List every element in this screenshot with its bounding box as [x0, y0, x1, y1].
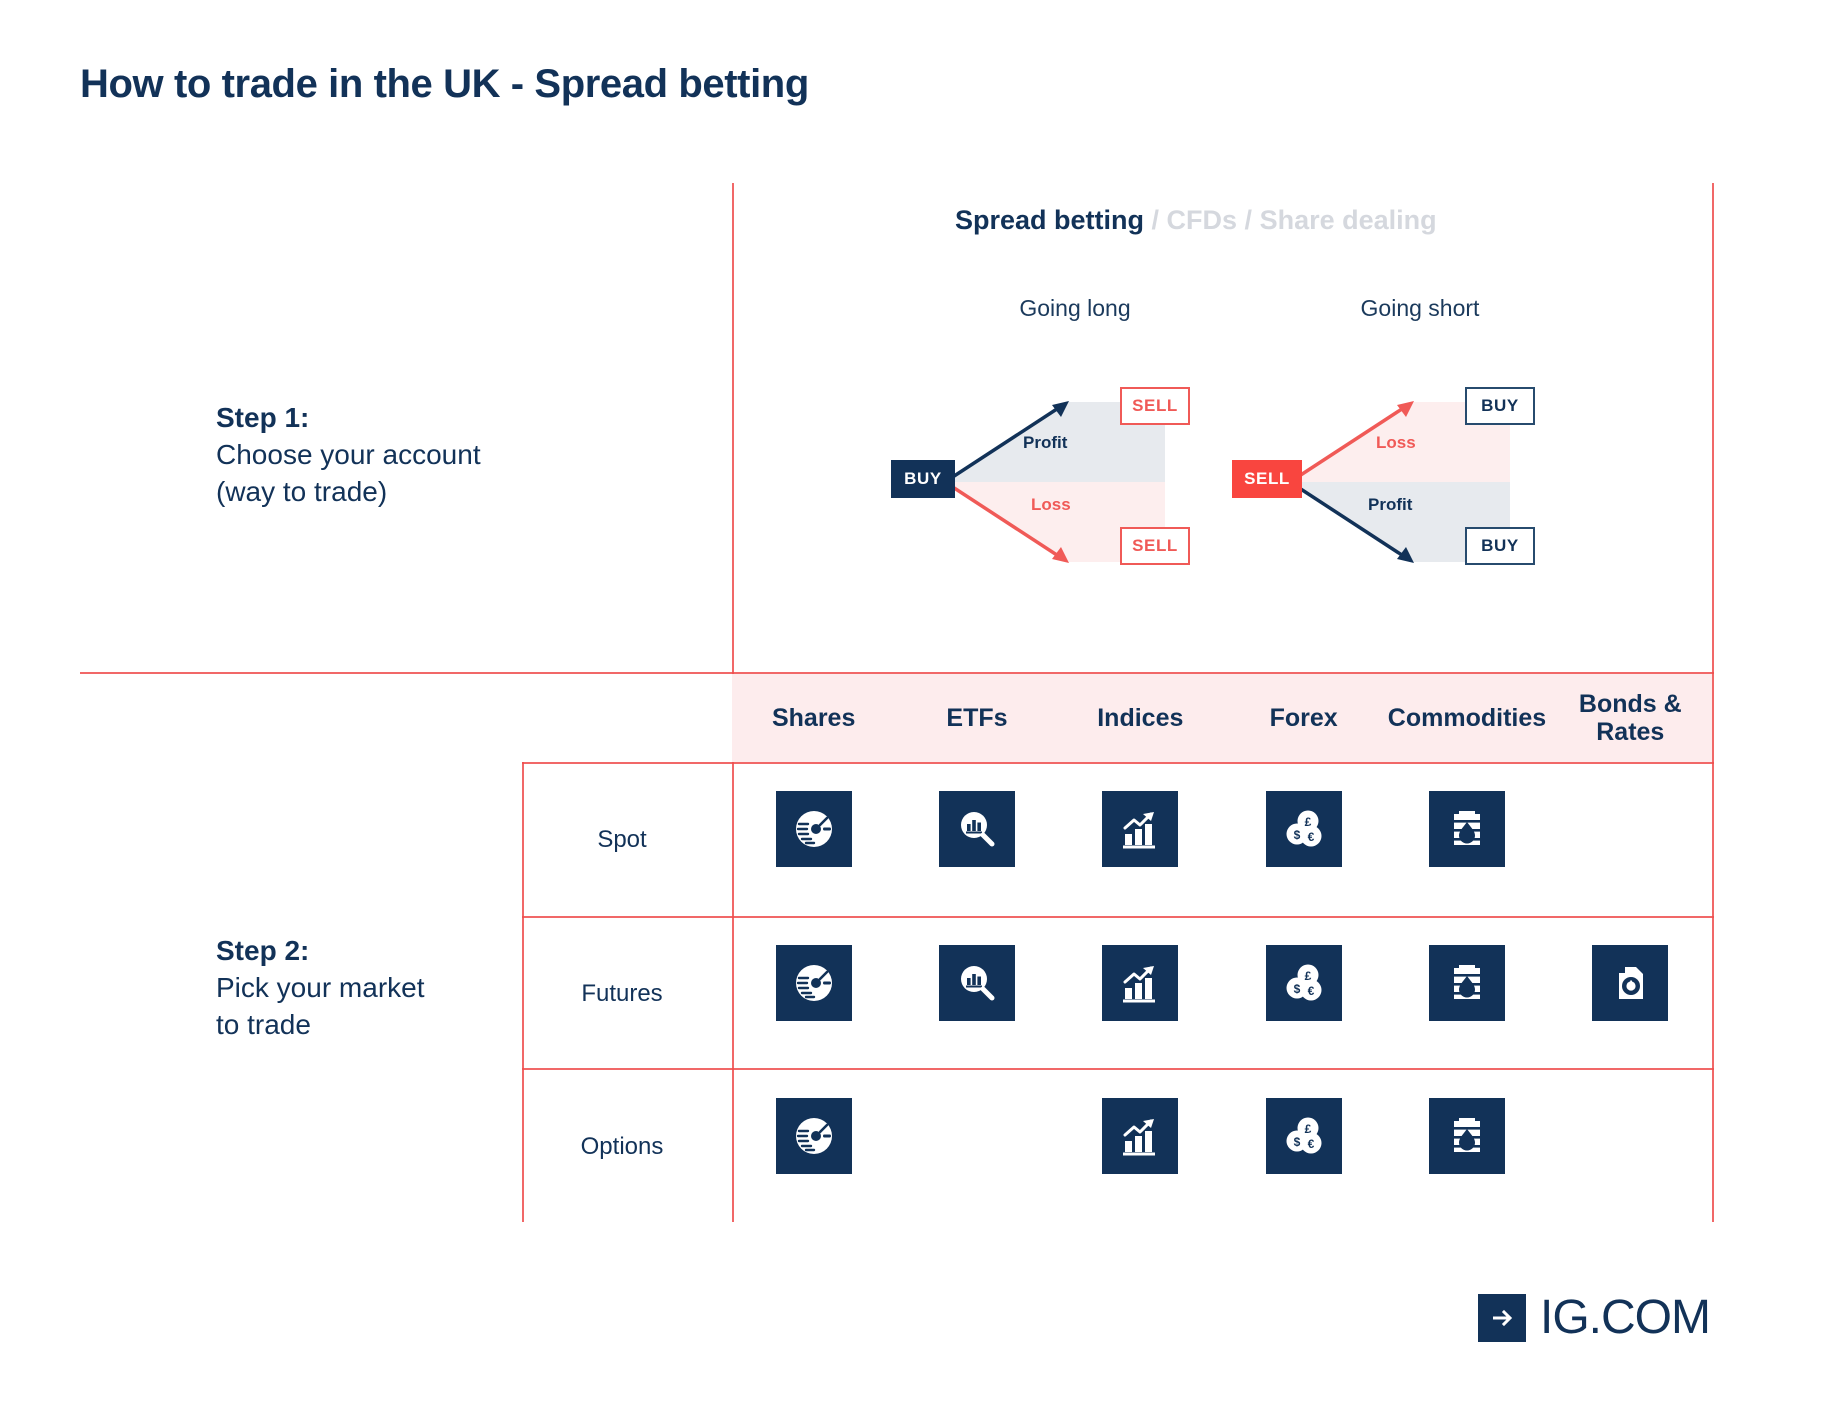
short-upper-label: BUY: [1481, 396, 1519, 415]
ig-com-logo[interactable]: IG.COM: [1478, 1290, 1711, 1345]
cell-spot-etfs[interactable]: [895, 791, 1058, 867]
shares-icon: [775, 1098, 852, 1174]
cell-spot-commodities[interactable]: [1385, 791, 1548, 867]
svg-text:$: $: [1293, 828, 1300, 842]
icon-row-spot: £ $ €: [732, 790, 1712, 868]
tab-spread-betting[interactable]: Spread betting: [955, 205, 1144, 235]
forex-icon: £ $ €: [1265, 1098, 1342, 1174]
cell-futures-bonds-rates[interactable]: [1549, 945, 1712, 1021]
shares-icon: [775, 791, 852, 867]
short-upper-buy-box[interactable]: BUY: [1465, 387, 1535, 425]
short-loss-label: Loss: [1376, 433, 1416, 452]
cell-futures-forex[interactable]: £ $ €: [1222, 945, 1385, 1021]
forex-icon: £ $ €: [1265, 791, 1342, 867]
forex-icon: £ $ €: [1265, 945, 1342, 1021]
page-title: How to trade in the UK - Spread betting: [80, 62, 809, 106]
cell-spot-indices[interactable]: [1059, 791, 1222, 867]
short-lower-buy-box[interactable]: BUY: [1465, 527, 1535, 565]
step-2-block: Step 2: Pick your market to trade: [216, 933, 425, 1044]
column-header-indices: Indices: [1097, 704, 1184, 732]
cell-options-commodities[interactable]: [1385, 1098, 1548, 1174]
column-header-shares: Shares: [771, 704, 856, 732]
diagram-short-title: Going short: [1360, 295, 1480, 321]
row-label-spot: Spot: [597, 826, 647, 853]
cell-futures-indices[interactable]: [1059, 945, 1222, 1021]
long-profit-label: Profit: [1023, 433, 1068, 452]
short-lower-label: BUY: [1481, 536, 1519, 555]
step-1-block: Step 1: Choose your account (way to trad…: [216, 400, 481, 511]
divider-vertical-right: [1712, 183, 1714, 1222]
svg-text:€: €: [1307, 830, 1314, 844]
cell-options-forex[interactable]: £ $ €: [1222, 1098, 1385, 1174]
svg-text:€: €: [1307, 984, 1314, 998]
market-column-headers: Shares ETFs Indices Forex Commodities Bo…: [732, 674, 1712, 762]
cell-futures-commodities[interactable]: [1385, 945, 1548, 1021]
commodities-icon: [1428, 945, 1505, 1021]
long-upper-label: SELL: [1132, 396, 1178, 415]
step-1-heading: Step 1:: [216, 402, 310, 433]
icon-row-futures: £ $ €: [732, 944, 1712, 1022]
divider-spot-bottom: [522, 916, 1714, 918]
long-lower-label: SELL: [1132, 536, 1178, 555]
cell-futures-etfs[interactable]: [895, 945, 1058, 1021]
long-origin-label: BUY: [904, 469, 942, 488]
cell-options-shares[interactable]: [732, 1098, 895, 1174]
svg-text:$: $: [1293, 982, 1300, 996]
account-type-tabs: Spread betting / CFDs / Share dealing: [955, 205, 1437, 236]
tab-cfds[interactable]: CFDs: [1167, 205, 1238, 235]
commodities-icon: [1428, 791, 1505, 867]
short-origin-sell-box[interactable]: SELL: [1232, 460, 1302, 498]
tab-separator-1: /: [1144, 205, 1167, 235]
long-loss-label: Loss: [1031, 495, 1071, 514]
long-origin-buy-box[interactable]: BUY: [891, 460, 955, 498]
column-header-commodities: Commodities: [1387, 704, 1547, 732]
cell-futures-shares[interactable]: [732, 945, 895, 1021]
long-upper-sell-box[interactable]: SELL: [1120, 387, 1190, 425]
svg-text:$: $: [1293, 1135, 1300, 1149]
row-label-options: Options: [580, 1133, 664, 1160]
column-header-bonds-rates: Bonds & Rates: [1578, 690, 1682, 746]
column-header-forex: Forex: [1269, 704, 1338, 732]
row-label-futures: Futures: [581, 980, 663, 1007]
step-1-line-1: Choose your account: [216, 438, 481, 470]
logo-wordmark: IG.COM: [1540, 1291, 1711, 1344]
bonds-icon: [1592, 945, 1669, 1021]
cell-spot-shares[interactable]: [732, 791, 895, 867]
svg-text:€: €: [1307, 1137, 1314, 1151]
diagram-going-short: Going short SELL BUY BUY Loss Profit: [1200, 295, 1640, 595]
indices-icon: [1102, 791, 1179, 867]
infographic-canvas: How to trade in the UK - Spread betting …: [0, 0, 1834, 1407]
indices-icon: [1102, 945, 1179, 1021]
etfs-icon: [938, 945, 1015, 1021]
indices-icon: [1102, 1098, 1179, 1174]
short-origin-label: SELL: [1244, 469, 1290, 488]
commodities-icon: [1428, 1098, 1505, 1174]
tab-separator-2: /: [1237, 205, 1260, 235]
shares-icon: [775, 945, 852, 1021]
etfs-icon: [938, 791, 1015, 867]
divider-futures-bottom: [522, 1068, 1714, 1070]
divider-header-bottom: [522, 762, 1714, 764]
step-2-line-1: Pick your market: [216, 971, 425, 1003]
long-lower-sell-box[interactable]: SELL: [1120, 527, 1190, 565]
column-header-etfs: ETFs: [946, 704, 1008, 732]
step-2-line-2: to trade: [216, 1008, 311, 1040]
cell-spot-forex[interactable]: £ $ €: [1222, 791, 1385, 867]
icon-row-options: £ $ €: [732, 1097, 1712, 1175]
step-2-heading: Step 2:: [216, 935, 310, 966]
short-profit-label: Profit: [1368, 495, 1413, 514]
tab-share-dealing[interactable]: Share dealing: [1260, 205, 1437, 235]
cell-options-indices[interactable]: [1059, 1098, 1222, 1174]
step-1-line-2: (way to trade): [216, 475, 388, 507]
arrow-right-icon: [1478, 1293, 1526, 1342]
